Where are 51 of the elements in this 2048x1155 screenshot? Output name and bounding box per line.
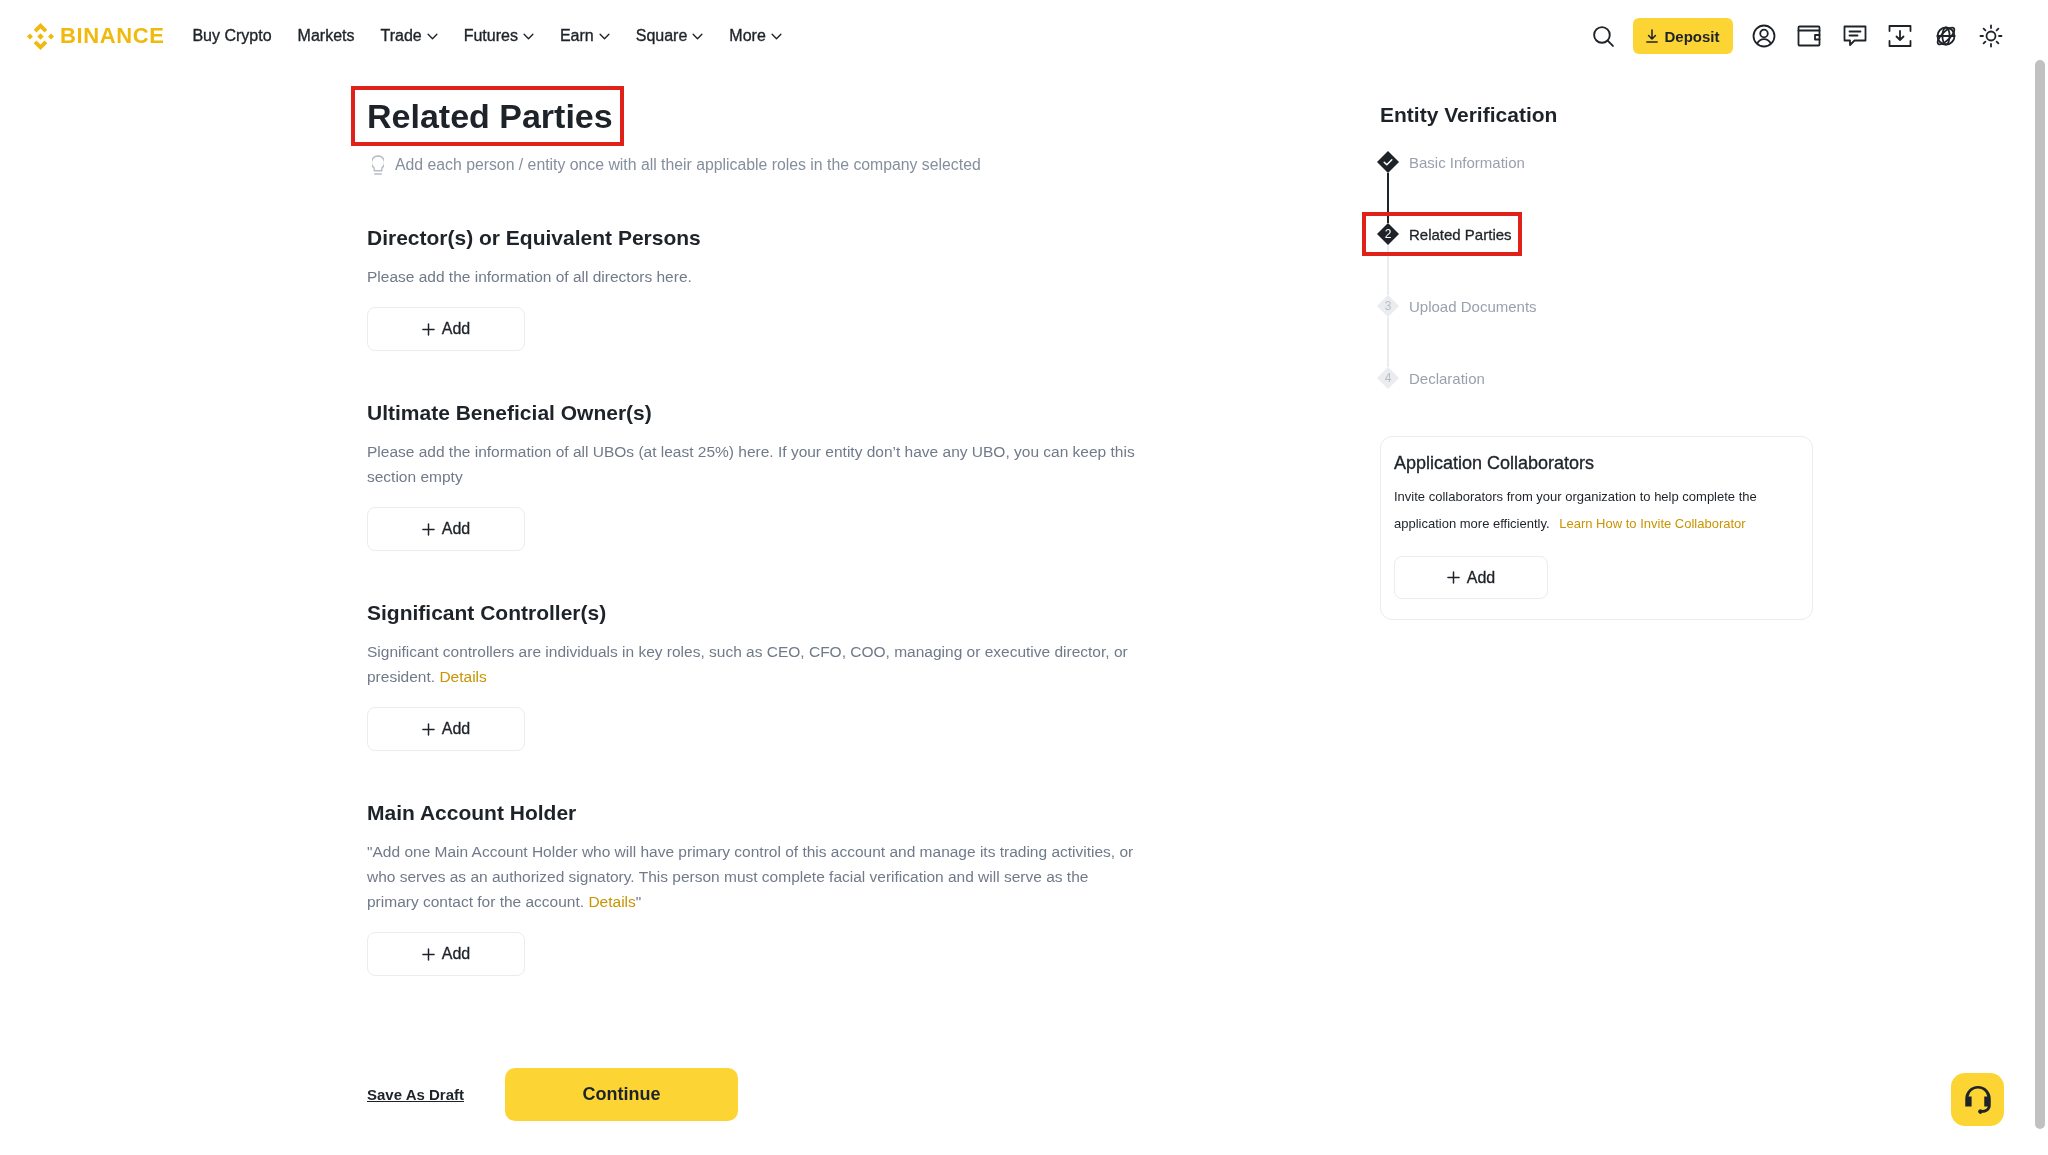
- nav-menu-item[interactable]: Trade: [380, 27, 438, 45]
- download-icon[interactable]: [1888, 24, 1912, 48]
- nav-menu-item[interactable]: Buy Crypto: [192, 27, 272, 45]
- add-button[interactable]: Add: [367, 507, 525, 551]
- section-description: Please add the information of all directors here.: [367, 267, 693, 287]
- page-title: Related Parties: [367, 96, 613, 136]
- step-connector: [1387, 173, 1389, 223]
- step-label: Related Parties: [1409, 225, 1512, 243]
- card-description: Invite collaborators from your organization to help complete the application more efficiently. Learn How to Invite Collaborator: [1394, 488, 1758, 533]
- hint-text: Add each person / entity once with all their applicable roles in the company selected: [395, 156, 981, 174]
- section-heading: Significant Controller(s): [367, 600, 608, 626]
- plus-icon: [421, 522, 435, 536]
- save-draft-link[interactable]: Save As Draft: [367, 1086, 464, 1103]
- plus-icon: [421, 322, 435, 336]
- add-button[interactable]: Add: [367, 932, 525, 976]
- section-heading: Director(s) or Equivalent Persons: [367, 225, 702, 251]
- step-number: 2: [1377, 223, 1399, 245]
- lightbulb-icon: [372, 155, 384, 175]
- scrollbar-thumb[interactable]: [2035, 60, 2045, 1129]
- user-icon[interactable]: [1751, 24, 1776, 48]
- nav-menu-item[interactable]: Square: [635, 27, 704, 45]
- step-label: Upload Documents: [1409, 297, 1537, 315]
- chat-icon[interactable]: [1842, 24, 1867, 48]
- section-description: Please add the information of all UBOs (at least 25%) here. If your entity don’t have any UBO, you can keep this section empty: [367, 442, 1136, 487]
- add-button[interactable]: Add: [1394, 556, 1548, 599]
- section-description: "Add one Main Account Holder who will have primary control of this account and manage its trading activities, or who serves as an authorized signatory. This person must complete facial verification and will serve as the primary contact for the account. Details": [367, 842, 1135, 912]
- wallet-icon[interactable]: [1797, 24, 1821, 48]
- plus-icon: [421, 947, 435, 961]
- plus-icon: [1446, 571, 1460, 584]
- step-label: Basic Information: [1409, 153, 1525, 171]
- section-description: Significant controllers are individuals in key roles, such as CEO, CFO, COO, managing or executive director, or president. Details: [367, 642, 1129, 687]
- card-title: Application Collaborators: [1394, 452, 1596, 475]
- nav-menu-item[interactable]: Markets: [297, 27, 355, 45]
- nav-menu-item[interactable]: Earn: [559, 27, 610, 45]
- continue-button[interactable]: Continue: [505, 1068, 738, 1121]
- section-heading: Ultimate Beneficial Owner(s): [367, 400, 653, 426]
- add-button[interactable]: Add: [367, 707, 525, 751]
- deposit-button[interactable]: Deposit: [1633, 18, 1733, 54]
- nav-menu-item[interactable]: More: [729, 27, 782, 45]
- headset-icon: [1964, 1085, 1991, 1114]
- diamond-logo-icon: [27, 22, 54, 50]
- step-label: Declaration: [1409, 369, 1485, 387]
- sun-icon[interactable]: [1979, 24, 2003, 48]
- download-arrow-icon: [1646, 29, 1659, 43]
- panel-title: Entity Verification: [1380, 102, 1559, 128]
- plus-icon: [421, 722, 435, 736]
- section-heading: Main Account Holder: [367, 800, 578, 826]
- add-button[interactable]: Add: [367, 307, 525, 351]
- nav-menu-item[interactable]: Futures: [463, 27, 534, 45]
- search-icon[interactable]: [1590, 24, 1615, 48]
- support-button[interactable]: [1951, 1073, 2004, 1126]
